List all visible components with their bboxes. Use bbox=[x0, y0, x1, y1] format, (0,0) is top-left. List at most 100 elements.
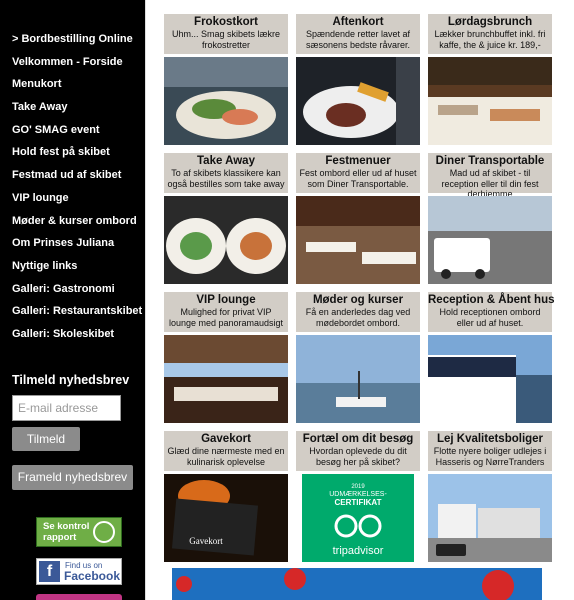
tile-description: To af skibets klassikere kan også bestil… bbox=[167, 168, 285, 189]
tile-description: Flotte nyere boliger udlejes i Hasseris … bbox=[433, 446, 547, 467]
sidebar: Bordbestilling OnlineVelkommen - Forside… bbox=[0, 0, 146, 600]
tile-image-buffet[interactable] bbox=[428, 57, 552, 145]
sidebar-item-festmad-ud-af-skibet[interactable]: Festmad ud af skibet bbox=[0, 164, 145, 187]
tile-title: Diner Transportable bbox=[435, 155, 545, 167]
tile-header: Festmenuer Fest ombord eller ud af huset … bbox=[296, 153, 420, 193]
card-caption: Gavekort bbox=[189, 536, 223, 546]
sidebar-item-hold-fest-på-skibet[interactable]: Hold fest på skibet bbox=[0, 141, 145, 164]
card bbox=[171, 498, 259, 556]
dish bbox=[490, 109, 540, 121]
sidebar-item-om-prinses-juliana[interactable]: Om Prinses Juliana bbox=[0, 232, 145, 255]
tables bbox=[174, 387, 278, 401]
covid-banner[interactable] bbox=[172, 568, 542, 600]
bridge bbox=[516, 375, 552, 423]
unsubscribe-button[interactable]: Frameld nyhedsbrev bbox=[12, 465, 133, 490]
sidebar-item-go-smag-event[interactable]: GO' SMAG event bbox=[0, 119, 145, 142]
tile-tripadvisor[interactable]: Fortæl om dit besøg Hvordan oplevede du d… bbox=[296, 431, 420, 562]
tile-title: Lej Kvalitetsboliger bbox=[436, 433, 544, 445]
tile-food-plate[interactable]: Frokostkort Uhm... Smag skibets lækre fro… bbox=[164, 14, 288, 145]
virus-icon bbox=[176, 576, 192, 592]
tile-image-van[interactable] bbox=[428, 196, 552, 284]
tile-header: Lørdagsbrunch Lækker brunchbuffet inkl. f… bbox=[428, 14, 552, 54]
house bbox=[478, 508, 540, 538]
facebook-badge[interactable]: f Find us on Facebook bbox=[36, 558, 122, 585]
subscribe-button[interactable]: Tilmeld bbox=[12, 427, 80, 451]
sidebar-item-take-away[interactable]: Take Away bbox=[0, 96, 145, 119]
tile-description: Glæd dine nærmeste med en kulinarisk opl… bbox=[167, 446, 285, 467]
shrimp bbox=[222, 109, 258, 125]
tile-image-harbor[interactable] bbox=[296, 335, 420, 423]
tile-image-gift-card[interactable]: Gavekort bbox=[164, 474, 288, 562]
kontrol-rapport-badge[interactable]: Se kontrol rapport bbox=[36, 517, 122, 547]
table bbox=[306, 242, 356, 252]
main-content: Frokostkort Uhm... Smag skibets lækre fro… bbox=[146, 0, 574, 600]
newsletter-heading: Tilmeld nyhedsbrev bbox=[12, 373, 130, 387]
tile-ship-side[interactable]: Reception & Åbent hus Hold receptionen om… bbox=[428, 292, 555, 423]
tile-header: Møder og kurser Få en anderledes dag ved … bbox=[296, 292, 420, 332]
smiley-icon bbox=[93, 521, 115, 543]
tile-image-ship-side[interactable] bbox=[428, 335, 552, 423]
tile-header: Lej Kvalitetsboliger Flotte nyere boliger… bbox=[428, 431, 552, 471]
tile-description: Mad ud af skibet - til reception eller t… bbox=[441, 168, 539, 199]
tile-header: Take Away To af skibets klassikere kan og… bbox=[164, 153, 288, 193]
sidebar-item-nyttige-links[interactable]: Nyttige links bbox=[0, 255, 145, 278]
tile-description: Hold receptionen ombord eller ud af huse… bbox=[439, 307, 541, 328]
tile-gift-card[interactable]: Gavekort Glæd dine nærmeste med en kulina… bbox=[164, 431, 288, 562]
table bbox=[362, 252, 416, 264]
sidebar-item-vip-lounge[interactable]: VIP lounge bbox=[0, 187, 145, 210]
tile-image-houses[interactable] bbox=[428, 474, 552, 562]
mast bbox=[358, 371, 360, 399]
tile-title: Lørdagsbrunch bbox=[447, 16, 533, 28]
sidebar-item-galleri-gastronomi[interactable]: Galleri: Gastronomi bbox=[0, 278, 145, 301]
sidebar-item-bordbestilling-online[interactable]: Bordbestilling Online bbox=[0, 28, 145, 51]
newsletter-form: Tilmeld nyhedsbrev Tilmeld Frameld nyhed… bbox=[12, 373, 133, 490]
virus-icon bbox=[284, 568, 306, 590]
cert-line: UDMÆRKELSES- bbox=[329, 491, 387, 498]
tile-title: Frokostkort bbox=[194, 16, 258, 28]
tile-steak-plate[interactable]: Aftenkort Spændende retter lavet af sæson… bbox=[296, 14, 420, 145]
tile-image-food-plate[interactable] bbox=[164, 57, 288, 145]
dish bbox=[438, 105, 478, 115]
tile-image-takeaway[interactable] bbox=[164, 196, 288, 284]
facebook-line2: Facebook bbox=[64, 569, 121, 583]
tile-buffet[interactable]: Lørdagsbrunch Lækker brunchbuffet inkl. f… bbox=[428, 14, 552, 145]
tile-van[interactable]: Diner Transportable Mad ud af skibet - ti… bbox=[428, 153, 552, 284]
tile-lounge[interactable]: VIP lounge Mulighed for privat VIP lounge… bbox=[164, 292, 288, 423]
sidebar-item-møder-kurser-ombord[interactable]: Møder & kurser ombord bbox=[0, 210, 145, 233]
sidebar-item-galleri-skoleskibet[interactable]: Galleri: Skoleskibet bbox=[0, 323, 145, 346]
tile-title: Møder og kurser bbox=[312, 294, 404, 306]
tile-description: Fest ombord eller ud af huset som Diner … bbox=[299, 168, 417, 189]
tile-houses[interactable]: Lej Kvalitetsboliger Flotte nyere boliger… bbox=[428, 431, 552, 562]
sidebar-item-menukort[interactable]: Menukort bbox=[0, 73, 145, 96]
tile-image-lounge[interactable] bbox=[164, 335, 288, 423]
tile-header: Gavekort Glæd dine nærmeste med en kulina… bbox=[164, 431, 288, 471]
tile-title: Reception & Åbent hus bbox=[428, 294, 555, 306]
tile-title: Take Away bbox=[197, 155, 255, 167]
tile-image-steak-plate[interactable] bbox=[296, 57, 420, 145]
van bbox=[434, 238, 490, 272]
tile-dining-room[interactable]: Festmenuer Fest ombord eller ud af huset … bbox=[296, 153, 420, 284]
tile-takeaway[interactable]: Take Away To af skibets klassikere kan og… bbox=[164, 153, 288, 284]
tile-description: Uhm... Smag skibets lækre frokostretter bbox=[171, 29, 281, 50]
tile-header: Reception & Åbent hus Hold receptionen om… bbox=[428, 292, 555, 332]
tile-description: Spændende retter lavet af sæsonens bedst… bbox=[305, 29, 411, 50]
cert-year: 2019 bbox=[351, 484, 365, 490]
tile-header: Diner Transportable Mad ud af skibet - ti… bbox=[428, 153, 552, 199]
tile-harbor[interactable]: Møder og kurser Få en anderledes dag ved … bbox=[296, 292, 420, 423]
tile-image-dining-room[interactable] bbox=[296, 196, 420, 284]
tile-image-tripadvisor[interactable]: 2019 UDMÆRKELSES- CERTIFIKAT tripadvisor bbox=[296, 474, 420, 562]
tile-description: Lækker brunchbuffet inkl. fri kaffe, the… bbox=[434, 29, 546, 50]
tile-header: Fortæl om dit besøg Hvordan oplevede du d… bbox=[296, 431, 420, 471]
glass bbox=[396, 57, 420, 145]
wheel bbox=[475, 269, 485, 279]
sidebar-item-galleri-restaurantskibet[interactable]: Galleri: Restaurantskibet bbox=[0, 300, 145, 323]
instagram-badge[interactable] bbox=[36, 594, 122, 600]
email-input[interactable] bbox=[12, 395, 121, 421]
tile-title: Festmenuer bbox=[325, 155, 391, 167]
ship-deck bbox=[428, 357, 516, 377]
window bbox=[164, 57, 288, 87]
sidebar-item-velkommen-forside[interactable]: Velkommen - Forside bbox=[0, 51, 145, 74]
wall bbox=[296, 196, 420, 226]
tile-header: Frokostkort Uhm... Smag skibets lækre fro… bbox=[164, 14, 288, 54]
ceiling bbox=[428, 57, 552, 85]
